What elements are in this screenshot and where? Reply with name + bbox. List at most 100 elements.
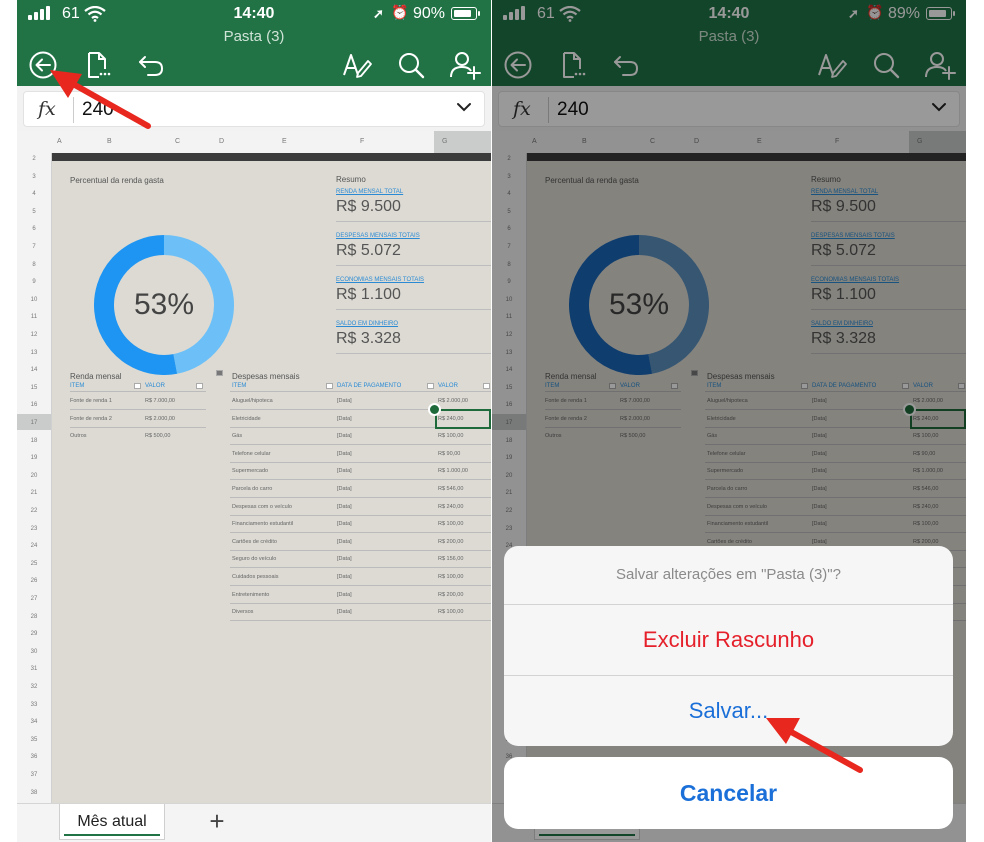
expense-date[interactable]: [Data] <box>337 539 352 545</box>
expense-item[interactable]: Despesas com o veículo <box>232 504 292 510</box>
row-header[interactable]: 26 <box>17 578 51 584</box>
row-header[interactable]: 19 <box>17 455 51 461</box>
cancel-button[interactable]: Cancelar <box>504 757 953 829</box>
expense-value[interactable]: R$ 90,00 <box>438 451 460 457</box>
row-header[interactable]: 13 <box>17 350 51 356</box>
expense-item[interactable]: Eletricidade <box>232 416 261 422</box>
expense-item[interactable]: Supermercado <box>232 468 268 474</box>
expense-value[interactable]: R$ 100,00 <box>438 433 463 439</box>
row-header[interactable]: 15 <box>17 385 51 391</box>
row-header[interactable]: 11 <box>17 314 51 320</box>
expense-item[interactable]: Cuidados pessoais <box>232 574 278 580</box>
filter-dropdown-icon[interactable] <box>483 383 490 389</box>
expense-item[interactable]: Parcela do carro <box>232 486 272 492</box>
row-header[interactable]: 36 <box>17 754 51 760</box>
row-header[interactable]: 38 <box>17 790 51 796</box>
search-button[interactable] <box>395 49 427 81</box>
selection-handle[interactable] <box>428 403 441 416</box>
row-header[interactable]: 28 <box>17 614 51 620</box>
income-value[interactable]: R$ 2.000,00 <box>145 416 175 422</box>
row-header[interactable]: 29 <box>17 631 51 637</box>
expense-date[interactable]: [Data] <box>337 486 352 492</box>
row-header[interactable]: 8 <box>17 262 51 268</box>
income-item[interactable]: Fonte de renda 2 <box>70 416 112 422</box>
column-header-g[interactable]: G <box>442 138 447 145</box>
row-header[interactable]: 32 <box>17 684 51 690</box>
row-header[interactable]: 25 <box>17 561 51 567</box>
expense-date[interactable]: [Data] <box>337 592 352 598</box>
expense-item[interactable]: Seguro do veículo <box>232 556 276 562</box>
share-button[interactable] <box>449 49 481 81</box>
row-header[interactable]: 33 <box>17 702 51 708</box>
row-header[interactable]: 37 <box>17 772 51 778</box>
income-item[interactable]: Fonte de renda 1 <box>70 398 112 404</box>
edit-button[interactable] <box>341 49 373 81</box>
filter-dropdown-icon[interactable] <box>427 383 434 389</box>
expense-item[interactable]: Diversos <box>232 609 253 615</box>
filter-dropdown-icon[interactable] <box>134 383 141 389</box>
row-header[interactable]: 6 <box>17 226 51 232</box>
row-header[interactable]: 31 <box>17 666 51 672</box>
filter-dropdown-icon[interactable] <box>326 383 333 389</box>
expense-value[interactable]: R$ 156,00 <box>438 556 463 562</box>
column-header-f[interactable]: F <box>360 138 364 145</box>
expense-item[interactable]: Cartões de crédito <box>232 539 277 545</box>
expense-date[interactable]: [Data] <box>337 433 352 439</box>
row-header[interactable]: 16 <box>17 402 51 408</box>
row-header[interactable]: 7 <box>17 244 51 250</box>
expense-value[interactable]: R$ 1.000,00 <box>438 468 468 474</box>
add-sheet-button[interactable]: + <box>199 806 235 836</box>
row-header[interactable]: 17 <box>17 420 51 426</box>
row-header[interactable]: 34 <box>17 719 51 725</box>
column-header-e[interactable]: E <box>282 138 287 145</box>
expense-value[interactable]: R$ 100,00 <box>438 521 463 527</box>
expense-date[interactable]: [Data] <box>337 521 352 527</box>
expense-item[interactable]: Entretenimento <box>232 592 269 598</box>
expense-date[interactable]: [Data] <box>337 398 352 404</box>
row-header[interactable]: 30 <box>17 649 51 655</box>
row-header[interactable]: 20 <box>17 473 51 479</box>
expense-date[interactable]: [Data] <box>337 504 352 510</box>
column-header-c[interactable]: C <box>175 138 180 145</box>
row-header[interactable]: 24 <box>17 543 51 549</box>
income-value[interactable]: R$ 500,00 <box>145 433 170 439</box>
row-header[interactable]: 2 <box>17 156 51 162</box>
expense-value[interactable]: R$ 240,00 <box>438 504 463 510</box>
expense-date[interactable]: [Data] <box>337 468 352 474</box>
expense-value[interactable]: R$ 2.000,00 <box>438 398 468 404</box>
row-header[interactable]: 4 <box>17 191 51 197</box>
row-header[interactable]: 23 <box>17 526 51 532</box>
filter-dropdown-icon[interactable] <box>196 383 203 389</box>
income-value[interactable]: R$ 7.000,00 <box>145 398 175 404</box>
expense-value[interactable]: R$ 546,00 <box>438 486 463 492</box>
expense-item[interactable]: Telefone celular <box>232 451 271 457</box>
chevron-down-icon[interactable] <box>456 99 472 115</box>
sheet-tab-mes-atual[interactable]: Mês atual <box>59 804 165 840</box>
row-header[interactable]: 5 <box>17 209 51 215</box>
expense-value[interactable]: R$ 100,00 <box>438 574 463 580</box>
row-header[interactable]: 22 <box>17 508 51 514</box>
column-header-d[interactable]: D <box>219 138 224 145</box>
expense-date[interactable]: [Data] <box>337 574 352 580</box>
expense-date[interactable]: [Data] <box>337 556 352 562</box>
spreadsheet-grid[interactable]: Percentual da renda gasta 53% Resumo REN… <box>52 153 491 803</box>
save-button[interactable]: Salvar... <box>504 676 953 746</box>
expense-date[interactable]: [Data] <box>337 609 352 615</box>
row-header[interactable]: 3 <box>17 174 51 180</box>
expense-date[interactable]: [Data] <box>337 416 352 422</box>
row-header[interactable]: 12 <box>17 332 51 338</box>
expense-item[interactable]: Gás <box>232 433 242 439</box>
selected-cell[interactable] <box>435 409 491 429</box>
expense-item[interactable]: Financiamento estudantil <box>232 521 293 527</box>
row-header[interactable]: 14 <box>17 367 51 373</box>
row-header[interactable]: 27 <box>17 596 51 602</box>
income-item[interactable]: Outros <box>70 433 87 439</box>
expand-icon[interactable] <box>216 370 223 376</box>
expense-value[interactable]: R$ 200,00 <box>438 592 463 598</box>
row-header[interactable]: 21 <box>17 490 51 496</box>
discard-draft-button[interactable]: Excluir Rascunho <box>504 605 953 675</box>
expense-value[interactable]: R$ 200,00 <box>438 539 463 545</box>
row-header[interactable]: 18 <box>17 438 51 444</box>
expense-date[interactable]: [Data] <box>337 451 352 457</box>
row-header[interactable]: 35 <box>17 737 51 743</box>
